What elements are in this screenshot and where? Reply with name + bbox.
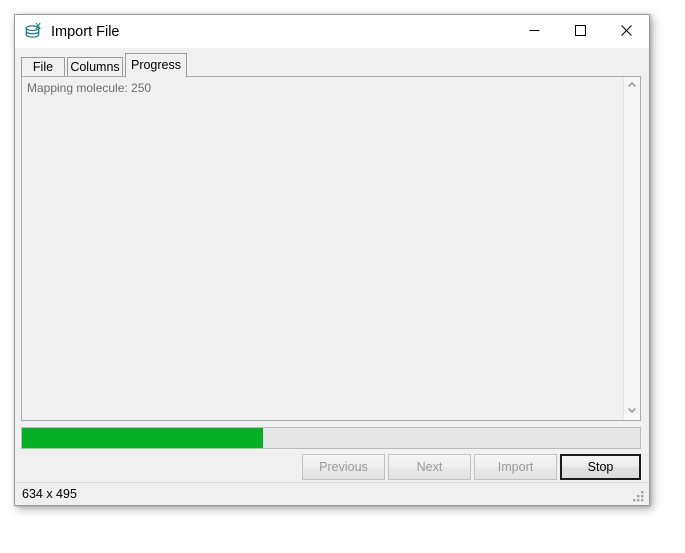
stop-button[interactable]: Stop — [560, 454, 641, 480]
wizard-button-row: Previous Next Import Stop — [21, 454, 641, 484]
tab-file[interactable]: File — [21, 57, 65, 77]
maximize-button[interactable] — [557, 15, 603, 46]
chevron-down-icon — [624, 408, 640, 413]
import-button[interactable]: Import — [474, 454, 557, 480]
resize-grip-icon[interactable] — [632, 489, 646, 503]
import-file-window: X Import File File Columns Progress Mapp… — [14, 14, 650, 506]
tab-progress-label: Progress — [130, 58, 182, 72]
scroll-down-button[interactable] — [624, 403, 640, 420]
close-button[interactable] — [603, 15, 649, 46]
import-file-database-icon: X — [24, 21, 44, 42]
tab-strip: File Columns Progress — [21, 53, 641, 78]
tab-file-label: File — [32, 60, 54, 74]
log-vertical-scrollbar[interactable] — [623, 77, 640, 420]
import-button-label: Import — [497, 460, 534, 474]
tab-columns-label: Columns — [70, 60, 120, 74]
minimize-icon — [511, 25, 557, 36]
chevron-up-icon — [624, 82, 640, 87]
next-button-label: Next — [416, 460, 443, 474]
progress-log-text: Mapping molecule: 250 — [27, 81, 152, 95]
window-size-status: 634 x 495 — [22, 487, 77, 501]
minimize-button[interactable] — [511, 15, 557, 46]
status-bar: 634 x 495 — [15, 482, 649, 505]
stop-button-label: Stop — [587, 460, 614, 474]
previous-button-label: Previous — [319, 460, 368, 474]
svg-text:X: X — [35, 22, 41, 31]
title-bar[interactable]: X Import File — [15, 15, 649, 48]
progress-bar-fill — [22, 428, 264, 448]
next-button[interactable]: Next — [388, 454, 471, 480]
tab-columns[interactable]: Columns — [67, 57, 123, 77]
previous-button[interactable]: Previous — [302, 454, 385, 480]
maximize-icon — [557, 25, 603, 36]
progress-log-pane[interactable]: Mapping molecule: 250 — [21, 76, 641, 421]
client-area: File Columns Progress Mapping molecule: … — [15, 48, 649, 505]
close-icon — [603, 25, 649, 36]
window-title: Import File — [51, 24, 120, 40]
import-progress-bar — [21, 427, 641, 449]
tab-progress[interactable]: Progress — [125, 53, 187, 78]
scroll-up-button[interactable] — [624, 77, 640, 94]
